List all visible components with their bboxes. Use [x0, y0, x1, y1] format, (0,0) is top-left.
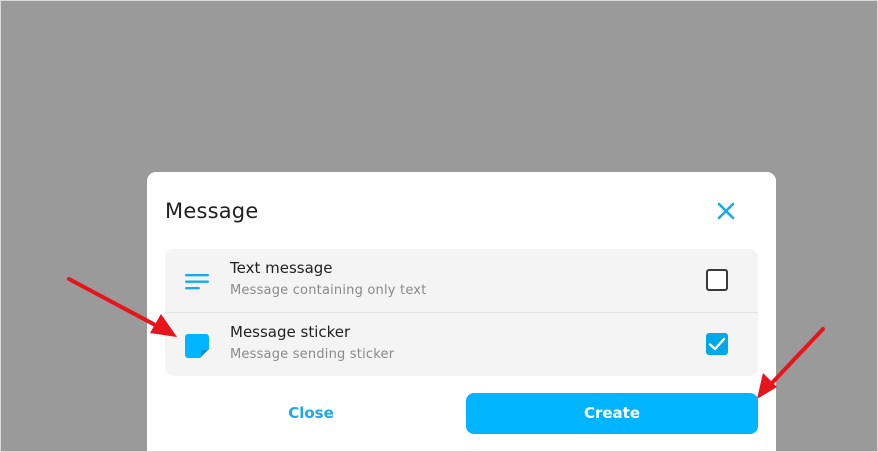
arrow-to-create-button [757, 327, 825, 399]
arrow-to-sticker-option [67, 277, 177, 337]
annotation-arrows [67, 277, 825, 399]
screenshot-frame: Message Text message Message containing … [0, 0, 878, 452]
